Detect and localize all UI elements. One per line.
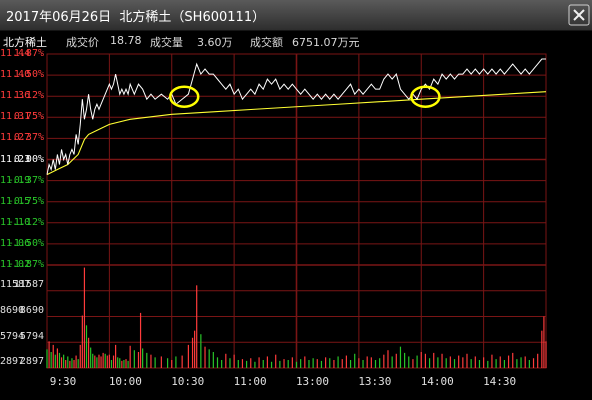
- time-axis-label: 10:30: [171, 375, 205, 388]
- percent-axis-label: 1.12%: [13, 90, 44, 102]
- time-axis-label: 14:30: [483, 375, 517, 388]
- intraday-chart[interactable]: [0, 0, 592, 400]
- percent-axis-label: -1.12%: [7, 216, 44, 228]
- time-axis-label: 13:00: [295, 375, 330, 388]
- volume-axis-label-right: 2897: [19, 356, 44, 368]
- time-axis-label: 13:30: [358, 375, 392, 388]
- time-axis-label: 11:00: [233, 375, 267, 388]
- time-axis-label: 14:00: [420, 375, 454, 388]
- volume-axis-label-right: 8690: [19, 304, 44, 316]
- percent-axis-label: 0.75%: [13, 111, 44, 123]
- highlight-circle: [168, 85, 200, 108]
- percent-axis-label: -1.50%: [7, 237, 44, 249]
- time-axis-label: 10:00: [108, 375, 142, 388]
- percent-axis-label: 1.87%: [13, 48, 44, 59]
- percent-axis-label: -1.87%: [7, 259, 44, 270]
- percent-axis-label: 1.50%: [13, 69, 44, 81]
- volume-axis-label-right: 11587: [13, 279, 44, 290]
- time-axis-label: 9:30: [49, 375, 77, 388]
- percent-axis-label: 0.00%: [13, 153, 44, 165]
- percent-axis-label: -0.75%: [7, 195, 44, 207]
- percent-axis-label: 0.37%: [13, 132, 44, 144]
- volume-axis-label-right: 5794: [19, 330, 44, 342]
- percent-axis-label: -0.37%: [7, 174, 44, 186]
